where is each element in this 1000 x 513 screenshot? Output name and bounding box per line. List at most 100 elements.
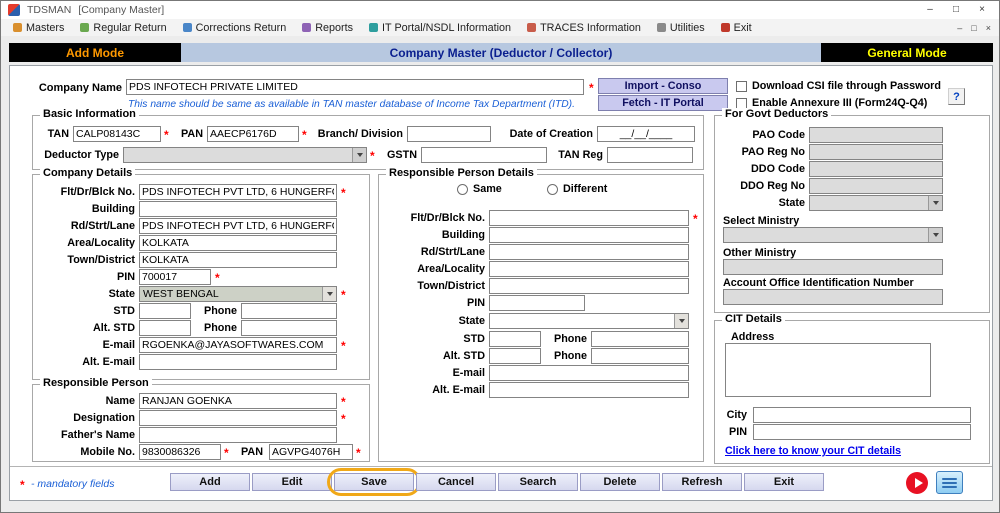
add-mode-label: Add Mode (9, 43, 181, 62)
titlebar: TDSMAN[Company Master] – □ × (1, 1, 999, 19)
rpd-flt-input[interactable] (489, 210, 689, 226)
page-title: Company Master (Deductor / Collector) (181, 43, 821, 62)
menubar: Masters Regular Return Corrections Retur… (1, 19, 999, 36)
rpd-town-label: Town/District (379, 280, 485, 292)
exit-button[interactable]: Exit (744, 473, 824, 491)
rp-mobile-input[interactable] (139, 444, 221, 460)
cd-state-select[interactable]: WEST BENGAL (139, 286, 337, 302)
rpd-std-label: STD (379, 333, 485, 345)
document-name: [Company Master] (78, 4, 164, 16)
refresh-button[interactable]: Refresh (662, 473, 742, 491)
cit-pin-input[interactable] (753, 424, 971, 440)
cancel-button[interactable]: Cancel (416, 473, 496, 491)
menu-item-reports[interactable]: Reports (294, 19, 361, 36)
rpd-building-input[interactable] (489, 227, 689, 243)
cit-city-input[interactable] (753, 407, 971, 423)
cd-phone-input[interactable] (241, 303, 337, 319)
cd-pin-label: PIN (33, 271, 135, 283)
help-button[interactable]: ? (948, 88, 965, 105)
cd-alt-std-input[interactable] (139, 320, 191, 336)
menu-item-regular-return[interactable]: Regular Return (72, 19, 174, 36)
menu-item-utilities[interactable]: Utilities (649, 19, 713, 36)
cd-road-input[interactable] (139, 218, 337, 234)
rp-designation-input[interactable] (139, 410, 337, 426)
company-name-input[interactable] (126, 79, 584, 95)
menu-item-masters[interactable]: Masters (5, 19, 72, 36)
basic-information-title: Basic Information (40, 108, 139, 121)
gstn-input[interactable] (421, 147, 547, 163)
different-radio[interactable]: Different (547, 183, 607, 195)
search-button[interactable]: Search (498, 473, 578, 491)
fetch-it-portal-button[interactable]: Fetch - IT Portal (598, 95, 728, 111)
cit-address-textarea[interactable] (725, 343, 931, 397)
radio-icon (547, 184, 558, 195)
menu-item-traces[interactable]: TRACES Information (519, 19, 649, 36)
cit-pin-label: PIN (719, 426, 747, 438)
same-radio[interactable]: Same (457, 183, 502, 195)
rpd-state-select[interactable] (489, 313, 689, 329)
date-of-creation-input[interactable] (597, 126, 695, 142)
deductor-type-select[interactable] (123, 147, 367, 163)
rp-name-input[interactable] (139, 393, 337, 409)
company-name-label: Company Name (18, 82, 122, 94)
cit-details-link[interactable]: Click here to know your CIT details (725, 445, 901, 457)
cd-alt-email-input[interactable] (139, 354, 337, 370)
edit-button[interactable]: Edit (252, 473, 332, 491)
rpd-town-input[interactable] (489, 278, 689, 294)
rpd-email-label: E-mail (379, 367, 485, 379)
rpd-alt-email-input[interactable] (489, 382, 689, 398)
rpd-state-label: State (379, 315, 485, 327)
rpd-road-input[interactable] (489, 244, 689, 260)
menu-item-exit[interactable]: Exit (713, 19, 760, 36)
cd-area-input[interactable] (139, 235, 337, 251)
different-radio-label: Different (563, 183, 607, 195)
rpd-alt-phone-input[interactable] (591, 348, 689, 364)
branch-division-label: Branch/ Division (311, 128, 403, 140)
add-button[interactable]: Add (170, 473, 250, 491)
download-csi-label: Download CSI file through Password (752, 80, 941, 92)
maximize-button[interactable]: □ (943, 1, 969, 19)
required-mark: * (341, 289, 346, 301)
cd-state-label: State (33, 288, 135, 300)
mdi-close-button[interactable]: × (986, 23, 991, 33)
rpd-email-input[interactable] (489, 365, 689, 381)
select-ministry-label: Select Ministry (723, 215, 799, 227)
radio-icon (457, 184, 468, 195)
save-button[interactable]: Save (334, 473, 414, 491)
support-panel-button[interactable] (936, 471, 963, 494)
import-conso-button[interactable]: Import - Conso (598, 78, 728, 94)
exit-icon (721, 23, 730, 32)
pan-input[interactable] (207, 126, 299, 142)
tan-label: TAN (37, 128, 69, 140)
mdi-restore-button[interactable]: □ (971, 23, 976, 33)
cd-building-input[interactable] (139, 201, 337, 217)
rpd-alt-std-input[interactable] (489, 348, 541, 364)
rpd-phone-input[interactable] (591, 331, 689, 347)
cd-std-input[interactable] (139, 303, 191, 319)
minimize-button[interactable]: – (917, 1, 943, 19)
cd-town-input[interactable] (139, 252, 337, 268)
cd-area-label: Area/Locality (33, 237, 135, 249)
download-csi-checkbox[interactable]: Download CSI file through Password (736, 80, 941, 92)
rp-pan-input[interactable] (269, 444, 353, 460)
tan-input[interactable] (73, 126, 161, 142)
close-button[interactable]: × (969, 1, 995, 19)
rpd-std-input[interactable] (489, 331, 541, 347)
branch-division-input[interactable] (407, 126, 491, 142)
delete-button[interactable]: Delete (580, 473, 660, 491)
rpd-area-input[interactable] (489, 261, 689, 277)
rpd-pin-input[interactable] (489, 295, 585, 311)
cd-email-input[interactable] (139, 337, 337, 353)
cd-flt-input[interactable] (139, 184, 337, 200)
menu-item-corrections-return[interactable]: Corrections Return (175, 19, 295, 36)
cd-pin-input[interactable] (139, 269, 211, 285)
cd-alt-phone-input[interactable] (241, 320, 337, 336)
menu-label: TRACES Information (540, 22, 641, 34)
cd-alt-phone-label: Phone (195, 322, 237, 334)
rp-fathers-name-input[interactable] (139, 427, 337, 443)
rpd-road-label: Rd/Strt/Lane (379, 246, 485, 258)
play-video-button[interactable] (906, 472, 928, 494)
tan-reg-input[interactable] (607, 147, 693, 163)
mdi-minimize-button[interactable]: – (957, 23, 962, 33)
menu-item-it-portal-nsdl[interactable]: IT Portal/NSDL Information (361, 19, 519, 36)
